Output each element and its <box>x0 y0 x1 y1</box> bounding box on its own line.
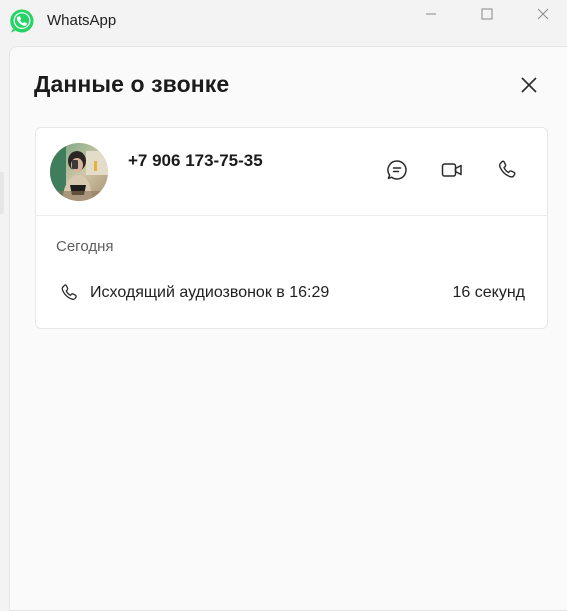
call-details-panel: Данные о звонке +7 906 173-75-35 Сегодня… <box>9 46 567 611</box>
sidebar-edge <box>0 172 4 214</box>
call-description: Исходящий аудиозвонок в 16:29 <box>90 284 330 301</box>
app-title: WhatsApp <box>47 12 117 29</box>
whatsapp-logo-icon <box>9 8 35 34</box>
contact-phone-number[interactable]: +7 906 173-75-35 <box>128 151 263 171</box>
video-call-button[interactable] <box>439 159 465 185</box>
minimize-icon <box>425 7 437 25</box>
close-icon <box>520 76 538 99</box>
call-history-row: Исходящий аудиозвонок в 16:29 16 секунд <box>36 278 547 308</box>
minimize-button[interactable] <box>403 0 459 32</box>
window-close-button[interactable] <box>515 0 567 32</box>
close-icon <box>537 7 549 25</box>
panel-title: Данные о звонке <box>34 71 230 97</box>
contact-header: +7 906 173-75-35 <box>36 128 547 216</box>
maximize-button[interactable] <box>459 0 515 32</box>
voice-call-icon <box>495 158 519 187</box>
title-bar: WhatsApp <box>0 0 567 42</box>
contact-card: +7 906 173-75-35 Сегодня Исходящий аудио… <box>35 127 548 329</box>
chat-icon <box>385 158 409 187</box>
maximize-icon <box>481 7 493 25</box>
phone-icon <box>58 282 80 304</box>
video-call-icon <box>440 158 464 187</box>
panel-close-button[interactable] <box>516 74 542 100</box>
call-duration: 16 секунд <box>452 284 526 301</box>
history-day-label: Сегодня <box>56 238 114 255</box>
voice-call-button[interactable] <box>494 159 520 185</box>
chat-button[interactable] <box>384 159 410 185</box>
avatar[interactable] <box>50 143 108 201</box>
